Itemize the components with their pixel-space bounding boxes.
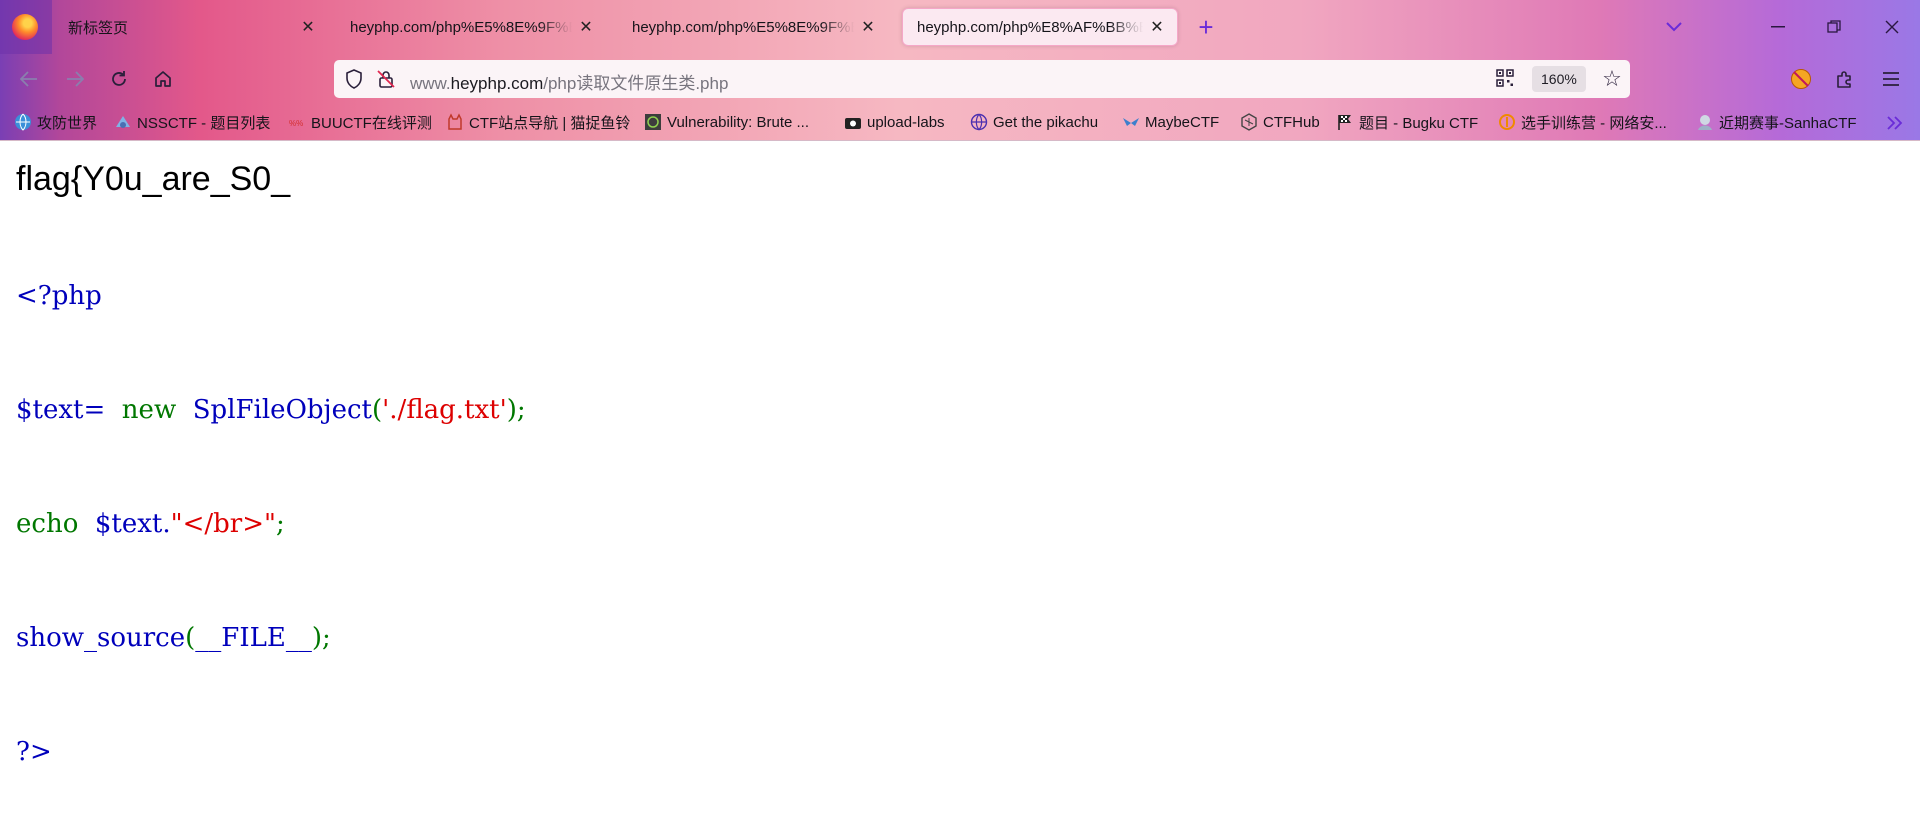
navigation-bar: www.heyphp.com/php读取文件原生类.php 160% ☆ (0, 54, 1920, 104)
ctfhub-icon (1240, 113, 1258, 131)
tab-heyphp-2[interactable]: heyphp.com/php%E5%8E%9F%E5 ✕ (618, 8, 888, 46)
bookmark-item[interactable]: NSSCTF - 题目列表 (114, 110, 270, 134)
code-line: <?php (16, 281, 102, 311)
zoom-level-button[interactable]: 160% (1532, 66, 1586, 92)
qr-code-icon[interactable] (1496, 69, 1516, 89)
restore-button[interactable] (1814, 10, 1854, 44)
maybe-icon (1122, 113, 1140, 131)
close-icon[interactable]: ✕ (858, 17, 878, 37)
url-text[interactable]: www.heyphp.com/php读取文件原生类.php (410, 69, 728, 94)
bookmarks-toolbar: 攻防世界 NSSCTF - 题目列表 %% BUUCTF在线评测 CTF站点导航… (0, 104, 1920, 141)
tab-label: 新标签页 (68, 19, 129, 37)
firefox-menu-area[interactable] (0, 0, 52, 54)
upload-icon (844, 113, 862, 131)
sanha-icon (1696, 113, 1714, 131)
tab-label: heyphp.com/php%E5%8E%9F%E5 (350, 18, 572, 36)
extension-blocked-icon[interactable] (1786, 64, 1816, 94)
tab-new-tab[interactable]: 新标签页 ✕ (54, 8, 328, 46)
dvwa-icon (644, 113, 662, 131)
more-bookmarks-chevron-icon[interactable] (1880, 111, 1910, 135)
firefox-logo-icon (12, 14, 38, 40)
bookmark-item[interactable]: CTF站点导航 | 猫捉鱼铃 (446, 110, 630, 134)
tab-heyphp-1[interactable]: heyphp.com/php%E5%8E%9F%E5 ✕ (336, 8, 606, 46)
tab-bar: 新标签页 ✕ heyphp.com/php%E5%8E%9F%E5 ✕ heyp… (0, 0, 1920, 54)
tab-heyphp-active[interactable]: heyphp.com/php%E8%AF%BB%E ✕ (902, 8, 1178, 46)
close-icon[interactable]: ✕ (576, 17, 596, 37)
tracking-protection-shield-icon[interactable] (344, 69, 364, 89)
bookmark-item[interactable]: 近期赛事-SanhaCTF (1696, 110, 1857, 134)
flag-output-text: flag{Y0u_are_S0_ (16, 160, 291, 198)
bookmark-item[interactable]: CTFHub (1240, 110, 1320, 134)
code-line: echo $text."</br>"; (16, 509, 285, 539)
new-tab-button[interactable]: + (1192, 12, 1220, 42)
bookmark-item[interactable]: 选手训练营 - 网络安... (1498, 110, 1667, 134)
tab-label: heyphp.com/php%E5%8E%9F%E5 (632, 18, 854, 36)
reload-button[interactable] (104, 64, 134, 94)
tab-label: heyphp.com/php%E8%AF%BB%E (917, 18, 1143, 36)
close-window-button[interactable] (1872, 10, 1912, 44)
list-all-tabs-chevron-icon[interactable] (1660, 12, 1688, 42)
code-line: show_source(__FILE__); (16, 623, 331, 653)
globe-blue-icon (14, 113, 32, 131)
close-icon[interactable]: ✕ (298, 17, 318, 37)
bookmark-item[interactable]: 题目 - Bugku CTF (1336, 110, 1478, 134)
bookmark-item[interactable]: %% BUUCTF在线评测 (288, 110, 432, 134)
close-icon[interactable]: ✕ (1147, 17, 1167, 37)
php-source-code: <?php $text= new SplFileObject('./flag.t… (16, 201, 526, 815)
bookmark-item[interactable]: upload-labs (844, 110, 945, 134)
back-button[interactable] (14, 64, 44, 94)
bookmark-star-icon[interactable]: ☆ (1600, 67, 1624, 91)
cat-icon (446, 113, 464, 131)
url-bar[interactable]: www.heyphp.com/php读取文件原生类.php 160% ☆ (334, 60, 1630, 98)
home-button[interactable] (148, 64, 178, 94)
buu-icon: %% (288, 113, 306, 131)
hamburger-menu-icon[interactable] (1876, 64, 1906, 94)
minimize-button[interactable] (1758, 10, 1798, 44)
extensions-puzzle-icon[interactable] (1830, 64, 1860, 94)
svg-text:%%: %% (289, 119, 303, 128)
forward-button[interactable] (60, 64, 90, 94)
globe-icon (970, 113, 988, 131)
nssctf-icon (114, 113, 132, 131)
bookmark-item[interactable]: MaybeCTF (1122, 110, 1219, 134)
page-content: flag{Y0u_are_S0_ <?php $text= new SplFil… (0, 141, 1920, 815)
code-line: $text= new SplFileObject('./flag.txt'); (16, 395, 526, 425)
bookmark-item[interactable]: Vulnerability: Brute ... (644, 110, 809, 134)
bookmark-item[interactable]: 攻防世界 (14, 110, 97, 134)
bookmark-item[interactable]: Get the pikachu (970, 110, 1098, 134)
insecure-lock-icon[interactable] (376, 69, 396, 89)
browser-chrome: 新标签页 ✕ heyphp.com/php%E5%8E%9F%E5 ✕ heyp… (0, 0, 1920, 141)
flag-icon (1336, 113, 1354, 131)
training-icon (1498, 113, 1516, 131)
code-line: ?> (16, 737, 52, 767)
